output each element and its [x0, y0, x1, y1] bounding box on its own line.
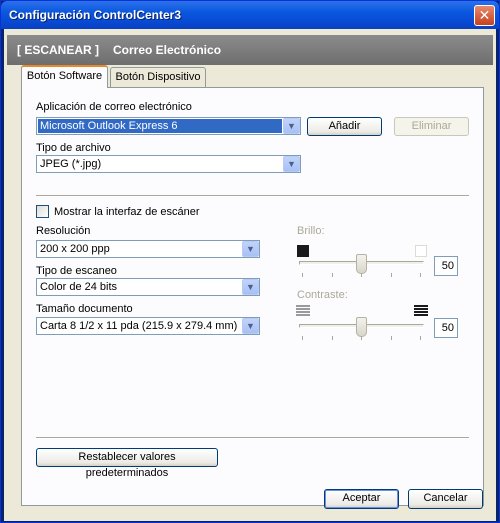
contrast-slider-thumb[interactable]	[356, 317, 367, 337]
header-band: [ ESCANEAR ] Correo Electrónico	[7, 35, 493, 65]
brightness-tick	[361, 273, 362, 277]
remove-button[interactable]: Eliminar	[394, 117, 469, 136]
contrast-tick	[332, 336, 333, 340]
separator-top	[36, 195, 469, 197]
add-button[interactable]: Añadir	[307, 117, 382, 136]
dialog-window: Configuración ControlCenter3 ✕ [ ESCANEA…	[0, 0, 500, 523]
reset-defaults-button[interactable]: Restablecer valores predeterminados	[36, 448, 218, 479]
close-icon: ✕	[478, 7, 491, 23]
brightness-label: Brillo:	[297, 225, 325, 237]
doc-size-label: Tamaño documento	[36, 303, 133, 315]
show-scanner-ui-label: Mostrar la interfaz de escáner	[54, 206, 200, 218]
separator-bottom	[36, 437, 469, 439]
cancel-button[interactable]: Cancelar	[408, 489, 483, 509]
contrast-value[interactable]: 50	[434, 318, 458, 338]
window-title: Configuración ControlCenter3	[9, 8, 182, 22]
contrast-label: Contraste:	[297, 289, 348, 301]
scan-type-select[interactable]: Color de 24 bits ▼	[36, 278, 260, 296]
dialog-client: [ ESCANEAR ] Correo Electrónico Botón So…	[4, 29, 496, 521]
contrast-tick	[302, 336, 303, 340]
accept-button[interactable]: Aceptar	[324, 489, 399, 509]
brightness-tick	[391, 273, 392, 277]
scan-type-value: Color de 24 bits	[40, 281, 118, 293]
resolution-value: 200 x 200 ppp	[40, 243, 110, 255]
email-app-value: Microsoft Outlook Express 6	[38, 119, 282, 133]
file-type-label: Tipo de archivo	[36, 142, 111, 154]
show-scanner-ui-checkbox[interactable]	[36, 205, 49, 218]
contrast-tick	[420, 336, 421, 340]
doc-size-value: Carta 8 1/2 x 11 pda (215.9 x 279.4 mm)	[40, 320, 238, 332]
brightness-tick	[420, 273, 421, 277]
brightness-tick	[302, 273, 303, 277]
brightness-slider-thumb[interactable]	[356, 254, 367, 274]
high-contrast-icon	[414, 305, 428, 318]
chevron-down-icon: ▼	[242, 318, 259, 334]
title-bar[interactable]: Configuración ControlCenter3 ✕	[1, 1, 499, 29]
section-title: [ ESCANEAR ]	[17, 43, 100, 57]
contrast-tick	[391, 336, 392, 340]
light-square-icon	[415, 245, 427, 257]
chevron-down-icon: ▼	[283, 156, 300, 172]
brightness-value[interactable]: 50	[434, 256, 458, 276]
chevron-down-icon: ▼	[283, 118, 300, 134]
file-type-select[interactable]: JPEG (*.jpg) ▼	[36, 155, 301, 173]
chevron-down-icon: ▼	[242, 279, 259, 295]
file-type-value: JPEG (*.jpg)	[40, 158, 102, 170]
brightness-tick	[332, 273, 333, 277]
email-app-label: Aplicación de correo electrónico	[36, 101, 192, 113]
resolution-select[interactable]: 200 x 200 ppp ▼	[36, 240, 260, 258]
contrast-tick	[361, 336, 362, 340]
resolution-label: Resolución	[36, 225, 91, 237]
chevron-down-icon: ▼	[242, 241, 259, 257]
close-button[interactable]: ✕	[474, 5, 495, 26]
email-app-select[interactable]: Microsoft Outlook Express 6 ▼	[36, 117, 301, 135]
doc-size-select[interactable]: Carta 8 1/2 x 11 pda (215.9 x 279.4 mm) …	[36, 317, 260, 335]
tab-device-button[interactable]: Botón Dispositivo	[110, 67, 206, 87]
dark-square-icon	[297, 245, 309, 257]
tab-software-button[interactable]: Botón Software	[21, 65, 108, 88]
scan-type-label: Tipo de escaneo	[36, 265, 117, 277]
low-contrast-icon	[296, 305, 310, 318]
section-subtitle: Correo Electrónico	[113, 43, 222, 57]
